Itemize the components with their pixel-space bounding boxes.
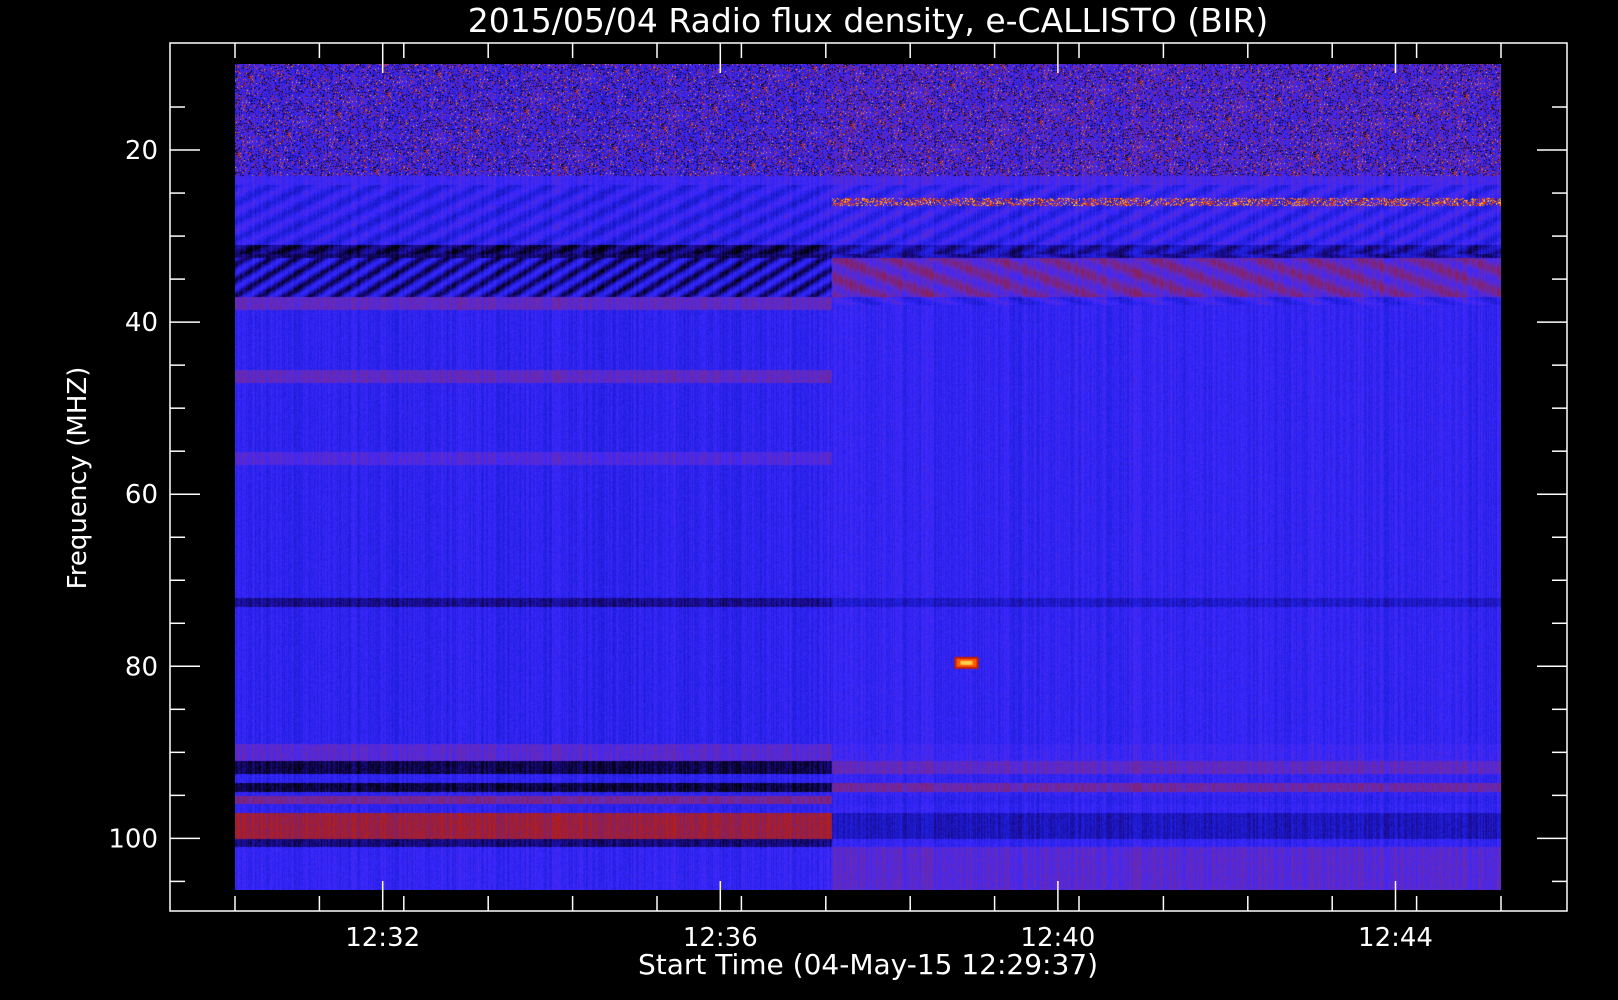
y-axis-label: Frequency (MHZ) <box>63 367 93 590</box>
chart-title: 2015/05/04 Radio flux density, e-CALLIST… <box>468 1 1269 40</box>
x-tick-label: 12:44 <box>1358 923 1433 953</box>
x-axis-label: Start Time (04-May-15 12:29:37) <box>638 948 1098 981</box>
y-tick-label: 80 <box>125 652 158 682</box>
y-tick-label: 20 <box>125 136 158 166</box>
x-tick-label: 12:32 <box>345 923 420 953</box>
y-tick-label: 60 <box>125 480 158 510</box>
y-tick-label: 40 <box>125 308 158 338</box>
spectrogram-chart: 2015/05/04 Radio flux density, e-CALLIST… <box>0 0 1618 1000</box>
y-tick-label: 100 <box>108 824 158 854</box>
spectrogram-area <box>235 64 1501 890</box>
